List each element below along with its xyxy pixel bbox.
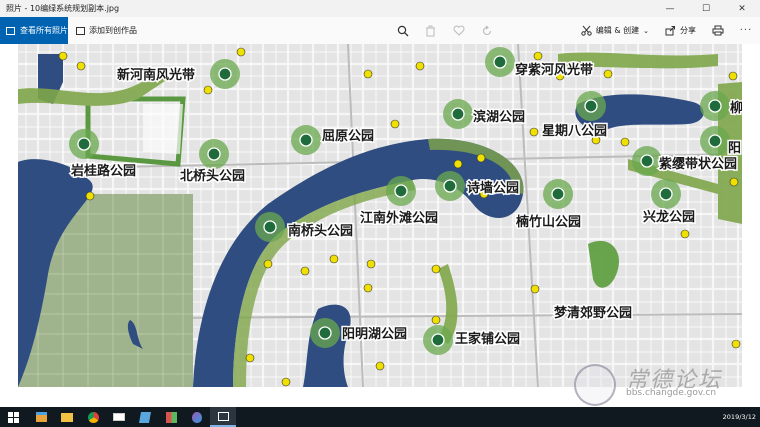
share-button[interactable]: 分享: [657, 17, 704, 44]
taskbar-app1[interactable]: [132, 407, 158, 427]
taskbar-mail[interactable]: [106, 407, 132, 427]
label-ziying: 紫缨带状公园: [659, 156, 737, 171]
share-label: 分享: [680, 26, 696, 35]
trash-icon: [426, 25, 436, 36]
rotate-button[interactable]: [473, 17, 501, 44]
add-creation-icon: [76, 26, 85, 35]
print-button[interactable]: [704, 17, 732, 44]
zoom-icon: [397, 25, 409, 36]
image-viewer: 新河南风光带 穿紫河风光带 滨湖公园 星期八公园 岩桂路公园 北桥头公园 屈原公…: [0, 44, 760, 407]
view-all-label: 查看所有照片: [20, 26, 68, 35]
add-to-creation-button[interactable]: 添加到创作品: [68, 17, 145, 44]
label-beiqiaotou: 北桥头公园: [180, 168, 245, 183]
printer-icon: [712, 25, 724, 36]
taskbar-app2[interactable]: [158, 407, 184, 427]
taskbar-chrome[interactable]: [80, 407, 106, 427]
date-text: 2019/3/12: [722, 413, 756, 421]
heart-icon: [453, 25, 465, 36]
label-shiqiang: 诗墙公园: [467, 180, 519, 195]
close-button[interactable]: ✕: [724, 0, 760, 17]
label-nanqiaotou: 南桥头公园: [288, 223, 353, 238]
minimize-button[interactable]: —: [652, 0, 688, 17]
system-tray: 2019/3/12: [717, 413, 760, 421]
label-yanguilu: 岩桂路公园: [70, 163, 136, 178]
maximize-button[interactable]: ☐: [688, 0, 724, 17]
label-quyuan: 屈原公园: [322, 128, 374, 143]
add-to-creation-label: 添加到创作品: [89, 26, 137, 35]
mail-icon: [113, 413, 125, 421]
photos-icon: [6, 26, 15, 35]
more-icon: ···: [739, 25, 753, 36]
chevron-down-icon: ⌄: [643, 26, 649, 35]
label-nanzhushan: 楠竹山公园: [515, 214, 581, 229]
edit-create-label: 编辑 & 创建: [595, 26, 640, 35]
view-all-photos-button[interactable]: 查看所有照片: [0, 17, 68, 44]
balloon-icon: [192, 411, 202, 423]
more-options-button[interactable]: ···: [732, 17, 760, 44]
label-jiangnanwaitan: 江南外滩公园: [360, 210, 438, 225]
label-binhu: 滨湖公园: [473, 109, 525, 124]
title-bar: 照片 - 10编绿系统规划副本.jpg — ☐ ✕: [0, 0, 760, 17]
label-wangjiapu: 王家铺公园: [455, 331, 520, 346]
map-drawing: 新河南风光带 穿紫河风光带 滨湖公园 星期八公园 岩桂路公园 北桥头公园 屈原公…: [18, 44, 742, 387]
rotate-icon: [482, 25, 491, 35]
share-icon: [665, 26, 675, 36]
label-xinglong: 兴龙公园: [643, 209, 695, 224]
taskbar-photos[interactable]: [210, 407, 236, 427]
label-yang-partial: 阳: [728, 140, 741, 155]
label-xinhenan: 新河南风光带: [117, 67, 195, 82]
app-icon: [139, 411, 151, 423]
greenway-plan-map[interactable]: 新河南风光带 穿紫河风光带 滨湖公园 星期八公园 岩桂路公园 北桥头公园 屈原公…: [18, 44, 742, 387]
taskbar-explorer[interactable]: [54, 407, 80, 427]
start-button[interactable]: [0, 407, 26, 427]
label-mengqing: 梦清郊野公园: [554, 305, 632, 320]
label-chuanzihe: 穿紫河风光带: [515, 62, 593, 77]
zoom-button[interactable]: [389, 17, 417, 44]
taskbar-store[interactable]: [28, 407, 54, 427]
edit-create-button[interactable]: 编辑 & 创建 ⌄: [573, 17, 657, 44]
folder-icon: [61, 412, 73, 422]
label-xingqiba: 星期八公园: [542, 123, 607, 138]
windows-logo-icon: [7, 411, 19, 423]
toolbar: 查看所有照片 添加到创作品 编辑 & 创建 ⌄ 分享 ···: [0, 17, 760, 44]
chrome-icon: [87, 411, 99, 423]
scissors-icon: [581, 25, 592, 36]
store-icon: [35, 412, 47, 422]
label-liu-partial: 柳: [730, 100, 742, 115]
window-title: 照片 - 10编绿系统规划副本.jpg: [6, 4, 120, 13]
favorite-button[interactable]: [445, 17, 473, 44]
taskbar: 2019/3/12: [0, 407, 760, 427]
taskbar-app3[interactable]: [184, 407, 210, 427]
label-yangminghu: 阳明湖公园: [342, 326, 407, 341]
photos-app-icon: [217, 411, 229, 421]
clock[interactable]: 2019/3/12: [723, 413, 756, 421]
app-icon: [165, 411, 177, 423]
delete-button[interactable]: [417, 17, 445, 44]
